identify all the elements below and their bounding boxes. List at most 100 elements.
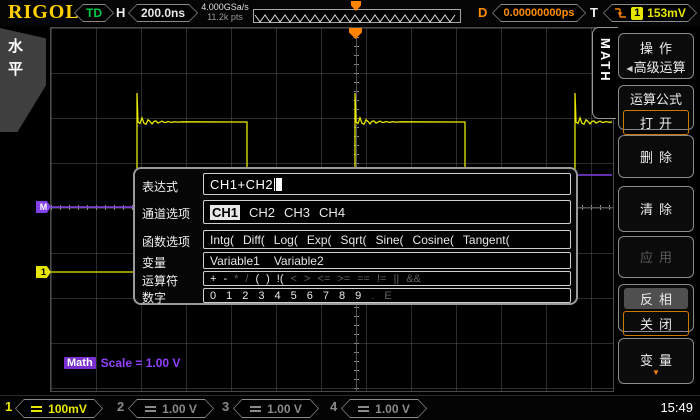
math-expression-dialog: 表达式 CH1+CH2 通道选项 CH1 CH2 CH3 CH4 函数选项 In… [133, 167, 578, 305]
ch1-badge[interactable]: 100mV [15, 399, 103, 418]
ch1-number: 1 [5, 399, 12, 414]
function-sine[interactable]: Sine( [376, 233, 404, 247]
function-intg[interactable]: Intg( [210, 233, 234, 247]
variables-label: 变量 [142, 254, 166, 271]
channel-option-ch1[interactable]: CH1 [210, 205, 240, 220]
channel-option-ch2[interactable]: CH2 [249, 205, 275, 220]
operation-mode-button[interactable]: 操作 ◀高级运算 [618, 33, 694, 79]
formula-label: 运算公式 [619, 89, 693, 108]
op-mul[interactable]: * [234, 273, 238, 285]
delay-badge[interactable]: 0.00000000ps [492, 4, 586, 22]
channel-options-box: CH1 CH2 CH3 CH4 [203, 200, 571, 224]
op-and[interactable]: && [406, 273, 421, 285]
trigger-label: T [590, 5, 598, 20]
trigger-source-badge: 1 [631, 7, 643, 20]
channel-option-ch3[interactable]: CH3 [284, 205, 310, 220]
channel-options-label: 通道选项 [142, 205, 190, 222]
op-or[interactable]: || [393, 273, 399, 285]
variable-button[interactable]: 变量 ▼ [618, 338, 694, 384]
math-tab-label: MATH [598, 38, 613, 83]
function-tangent[interactable]: Tangent( [463, 233, 510, 247]
clear-label: 清除 [619, 187, 693, 233]
function-diff[interactable]: Diff( [243, 233, 265, 247]
digit-e[interactable]: E [384, 290, 391, 302]
operators-label: 运算符 [142, 272, 178, 289]
digit-0[interactable]: 0 [210, 290, 216, 302]
horizontal-label: H [116, 5, 125, 20]
digit-9[interactable]: 9 [355, 290, 361, 302]
op-le[interactable]: <= [317, 273, 330, 285]
operators-box: + - * / ( ) !( < > <= >= == != || && [203, 271, 571, 286]
math-scale-text: Scale = 1.00 V [101, 356, 181, 370]
digit-6[interactable]: 6 [307, 290, 313, 302]
op-plus[interactable]: + [210, 273, 216, 285]
function-sqrt[interactable]: Sqrt( [341, 233, 367, 247]
ch4-number: 4 [330, 399, 337, 414]
op-rparen[interactable]: ) [266, 273, 270, 285]
op-ge[interactable]: >= [337, 273, 350, 285]
op-gt[interactable]: > [304, 273, 310, 285]
digits-label: 数字 [142, 289, 166, 306]
digit-7[interactable]: 7 [323, 290, 329, 302]
math-scale-badge: Math [64, 357, 96, 369]
op-lparen[interactable]: ( [255, 273, 259, 285]
math-menu-panel: 操作 ◀高级运算 运算公式 打开 删除 清除 应用 反相 关闭 变量 ▼ [616, 28, 698, 390]
clock: 15:49 [660, 400, 693, 415]
left-arrow-icon: ◀ [626, 64, 632, 73]
text-cursor-line [274, 178, 275, 191]
variable1-option[interactable]: Variable1 [210, 254, 260, 268]
op-ne[interactable]: != [377, 273, 386, 285]
ch1-scale: 100mV [48, 402, 87, 416]
ch3-number: 3 [222, 399, 229, 414]
digit-1[interactable]: 1 [226, 290, 232, 302]
horizontal-tab-label: 水平 [8, 35, 24, 82]
operation-label: 操作 [619, 38, 693, 57]
ch4-scale: 1.00 V [375, 402, 410, 416]
ch3-coupling-icon [250, 406, 261, 412]
op-minus[interactable]: - [223, 273, 227, 285]
delete-button[interactable]: 删除 [618, 135, 694, 178]
digit-5[interactable]: 5 [291, 290, 297, 302]
clear-button[interactable]: 清除 [618, 186, 694, 232]
trigger-badge[interactable]: 1 153mV [603, 4, 697, 22]
op-div[interactable]: / [245, 273, 248, 285]
horizontal-menu-tab[interactable]: 水平 [0, 28, 46, 132]
op-not[interactable]: !( [277, 273, 284, 285]
digit-4[interactable]: 4 [275, 290, 281, 302]
rigol-logo: RIGOL [8, 1, 80, 24]
expression-input[interactable]: CH1+CH2 [203, 173, 571, 195]
ch1-level-marker[interactable]: 1 [36, 266, 51, 278]
text-cursor-block [276, 178, 282, 191]
digit-3[interactable]: 3 [258, 290, 264, 302]
invert-label: 反相 [624, 288, 688, 309]
digit-dot[interactable]: . [371, 290, 374, 302]
variable2-option[interactable]: Variable2 [274, 254, 324, 268]
apply-label: 应用 [619, 237, 693, 279]
timebase-value: 200.0ns [141, 6, 185, 20]
ch4-coupling-icon [358, 406, 369, 412]
ch3-badge[interactable]: 1.00 V [233, 399, 319, 418]
memory-position-bar[interactable] [253, 9, 461, 23]
timebase-badge[interactable]: 200.0ns [128, 4, 198, 22]
function-options-box: Intg( Diff( Log( Exp( Sqrt( Sine( Cosine… [203, 230, 571, 249]
trigger-status: TD [86, 6, 102, 20]
apply-button[interactable]: 应用 [618, 236, 694, 278]
math-channel-marker[interactable]: M [36, 201, 51, 213]
function-log[interactable]: Log( [274, 233, 298, 247]
ch2-coupling-icon [145, 406, 156, 412]
ch2-number: 2 [117, 399, 124, 414]
invert-button[interactable]: 反相 关闭 [618, 284, 694, 332]
digit-8[interactable]: 8 [339, 290, 345, 302]
function-cosine[interactable]: Cosine( [413, 233, 454, 247]
channel-option-ch4[interactable]: CH4 [319, 205, 345, 220]
ch2-badge[interactable]: 1.00 V [128, 399, 214, 418]
math-menu-tab[interactable]: MATH [592, 27, 618, 119]
digit-2[interactable]: 2 [242, 290, 248, 302]
ch4-badge[interactable]: 1.00 V [341, 399, 427, 418]
function-exp[interactable]: Exp( [307, 233, 332, 247]
op-eq[interactable]: == [357, 273, 370, 285]
delete-label: 删除 [619, 136, 693, 179]
formula-button[interactable]: 运算公式 打开 [618, 85, 694, 130]
op-lt[interactable]: < [291, 273, 297, 285]
sample-rate: 4.000GSa/s [200, 2, 250, 12]
